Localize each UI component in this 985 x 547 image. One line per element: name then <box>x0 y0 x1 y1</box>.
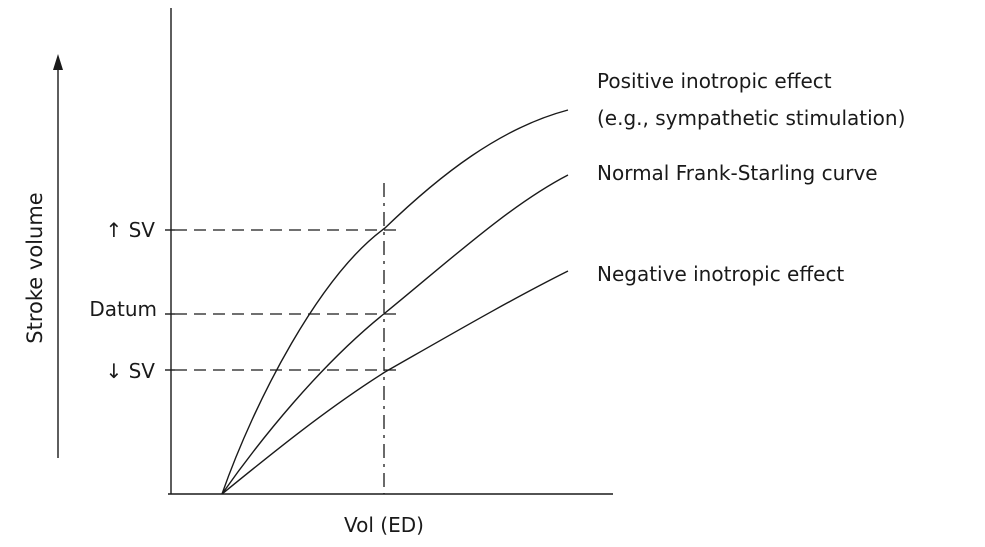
frank-starling-diagram: Stroke volume Vol (ED) ↑ SV Datum ↓ SV P… <box>23 8 905 537</box>
label-decreased-sv: ↓ SV <box>106 359 156 383</box>
x-axis-label: Vol (ED) <box>344 513 424 537</box>
label-positive-inotropic-line2: (e.g., sympathetic stimulation) <box>597 106 905 130</box>
label-normal-curve: Normal Frank-Starling curve <box>597 161 878 185</box>
curve-positive-inotropic <box>221 109 569 495</box>
curve-normal-frank-starling <box>221 174 569 495</box>
label-increased-sv: ↑ SV <box>106 218 156 242</box>
y-direction-arrowhead <box>53 54 63 70</box>
y-axis-label: Stroke volume <box>23 192 47 343</box>
label-datum: Datum <box>89 297 157 321</box>
label-negative-inotropic: Negative inotropic effect <box>597 262 844 286</box>
label-positive-inotropic-line1: Positive inotropic effect <box>597 69 832 93</box>
